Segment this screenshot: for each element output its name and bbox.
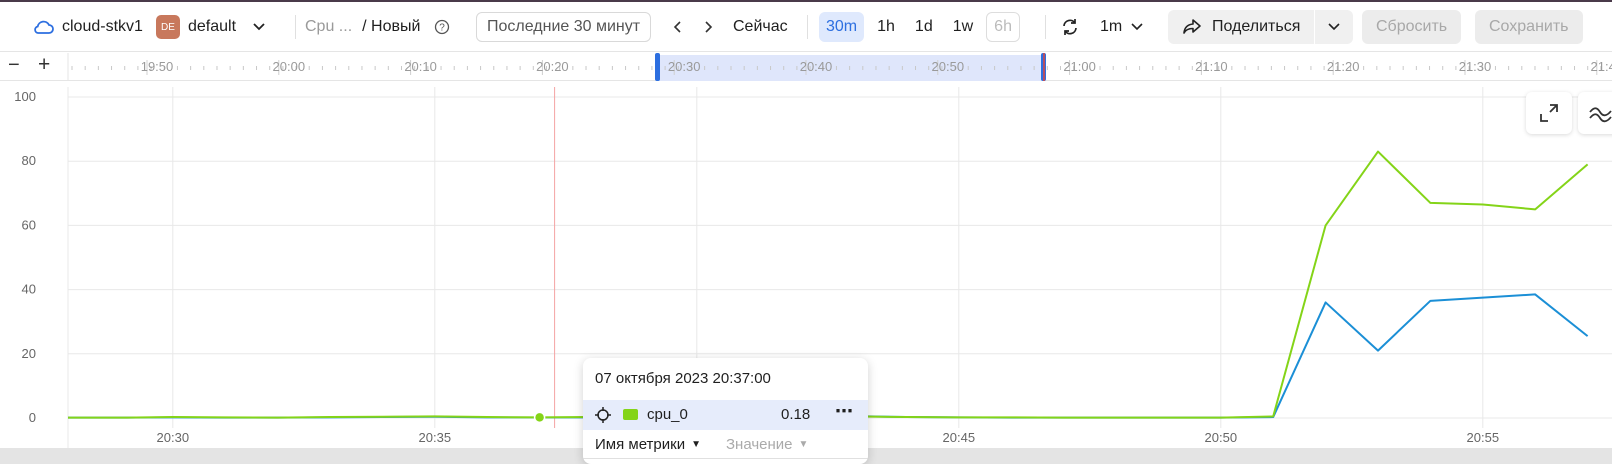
range-label: 30m <box>826 18 858 35</box>
y-tick-label: 60 <box>22 217 36 232</box>
breadcrumb-current: / Новый <box>362 18 421 35</box>
range-label: 1d <box>914 18 933 35</box>
divider <box>583 458 868 459</box>
share-icon <box>1183 19 1201 34</box>
sort-by-name-button[interactable]: Имя метрики ▼ <box>595 436 701 453</box>
reset-button[interactable]: Сбросить <box>1362 10 1462 44</box>
x-tick-label: 20:50 <box>1205 430 1238 445</box>
folder-badge: DE <box>156 15 180 39</box>
save-label: Сохранить <box>1489 18 1569 35</box>
timeline-label: 20:10 <box>404 59 437 74</box>
range-30m-button[interactable]: 30m <box>819 12 865 42</box>
y-tick-label: 0 <box>29 410 36 425</box>
refresh-interval-select[interactable]: 1m <box>1100 2 1144 52</box>
tooltip-metric-name: cpu_0 <box>647 406 688 423</box>
more-options-icon[interactable]: ⋯ <box>835 401 854 422</box>
timeline-label: 20:50 <box>932 59 965 74</box>
tooltip-metric-value: 0.18 <box>781 406 811 423</box>
wave-lines-icon <box>1589 107 1612 123</box>
range-1h-button[interactable]: 1h <box>870 12 902 42</box>
range-presets: 30m 1h 1d 1w 6h <box>819 2 1020 52</box>
share-button[interactable]: Поделиться <box>1168 10 1314 44</box>
series-color-swatch <box>623 409 638 420</box>
help-icon[interactable]: ? <box>434 19 450 35</box>
chevron-down-icon <box>1131 23 1143 31</box>
x-tick-label: 20:30 <box>157 430 190 445</box>
timeline-label: 20:00 <box>273 59 306 74</box>
next-period-button[interactable] <box>703 2 713 52</box>
now-button[interactable]: Сейчас <box>733 2 788 52</box>
timeline-label: 20:30 <box>668 59 701 74</box>
sort-by-value-button[interactable]: Значение ▼ <box>726 436 808 453</box>
timeline-selection <box>657 55 1045 81</box>
range-1w-button[interactable]: 1w <box>946 12 980 42</box>
time-range-label: Последние 30 минут <box>487 18 641 35</box>
timeline-label: 21:40 <box>1591 59 1612 74</box>
time-range-button[interactable]: Последние 30 минут <box>476 12 652 42</box>
timeline-label: 20:20 <box>536 59 569 74</box>
range-label: 1w <box>952 18 974 35</box>
cloud-icon <box>34 20 54 34</box>
tooltip-datetime: 07 октября 2023 20:37:00 <box>595 370 771 387</box>
timeline-label: 21:30 <box>1459 59 1492 74</box>
range-label: 6h <box>994 18 1012 35</box>
refresh-icon <box>1063 19 1077 35</box>
workspace-selector[interactable]: cloud-stkv1 <box>32 2 143 52</box>
fullscreen-button[interactable] <box>1526 92 1572 134</box>
expand-icon <box>1540 104 1558 122</box>
breadcrumb-parent[interactable]: Cpu ... <box>305 18 352 36</box>
divider <box>295 15 296 39</box>
selection-handle-left <box>655 53 660 81</box>
tooltip-row-cpu0[interactable]: cpu_0 0.18 ⋯ <box>583 400 868 430</box>
range-1d-button[interactable]: 1d <box>908 12 940 42</box>
timeline-navigator[interactable]: − + 19:50 20:00 20:10 20:20 20:30 20:40 20:50 2… <box>0 53 1612 81</box>
caret-down-icon: ▼ <box>691 439 701 450</box>
hover-point <box>533 411 546 424</box>
column-name-label: Имя метрики <box>595 436 686 453</box>
x-tick-label: 20:35 <box>419 430 452 445</box>
svg-text:?: ? <box>440 23 446 34</box>
caret-down-icon: ▼ <box>798 439 809 450</box>
crosshair-icon[interactable] <box>595 407 611 423</box>
timeline-label: 19:50 <box>141 59 174 74</box>
divider <box>807 15 808 39</box>
reset-label: Сбросить <box>1376 18 1448 35</box>
folder-selector[interactable]: DE default <box>156 2 266 52</box>
share-menu-button[interactable] <box>1315 10 1353 44</box>
chevron-left-icon <box>673 21 681 33</box>
now-label: Сейчас <box>733 18 788 35</box>
x-tick-label: 20:55 <box>1467 430 1500 445</box>
chevron-down-icon <box>1328 23 1340 31</box>
share-group: Поделиться <box>1168 10 1354 44</box>
refresh-interval-label: 1m <box>1100 18 1123 35</box>
timeline-label: 21:00 <box>1063 59 1096 74</box>
workspace-name: cloud-stkv1 <box>62 18 143 35</box>
breadcrumb: Cpu ... / Новый ? <box>305 2 450 52</box>
y-tick-label: 40 <box>22 282 36 297</box>
timeline-label: 21:20 <box>1327 59 1360 74</box>
timeline-scale: 19:50 20:00 20:10 20:20 20:30 20:40 20:50 21:00… <box>67 53 1612 81</box>
range-label: 1h <box>877 18 895 35</box>
y-tick-label: 100 <box>14 89 36 104</box>
prev-period-button[interactable] <box>673 2 683 52</box>
timeline-label: 21:10 <box>1195 59 1228 74</box>
dashboard-toolbar: cloud-stkv1 DE default Cpu ... / Новый ?… <box>0 2 1612 52</box>
column-value-label: Значение <box>726 436 793 453</box>
y-tick-label: 20 <box>22 346 36 361</box>
x-tick-label: 20:45 <box>943 430 976 445</box>
share-label: Поделиться <box>1212 18 1301 35</box>
folder-name: default <box>188 18 237 35</box>
chevron-down-icon <box>253 23 265 31</box>
save-button[interactable]: Сохранить <box>1475 10 1583 44</box>
chart-tooltip: 07 октября 2023 20:37:00 cpu_0 0.18 ⋯ Им… <box>583 358 868 464</box>
y-tick-label: 80 <box>22 153 36 168</box>
refresh-button[interactable] <box>1060 2 1080 52</box>
divider <box>1045 15 1046 39</box>
timeline-label: 20:40 <box>800 59 833 74</box>
chevron-right-icon <box>705 21 713 33</box>
chart-type-button[interactable] <box>1578 92 1612 134</box>
range-6h-button[interactable]: 6h <box>986 12 1020 42</box>
